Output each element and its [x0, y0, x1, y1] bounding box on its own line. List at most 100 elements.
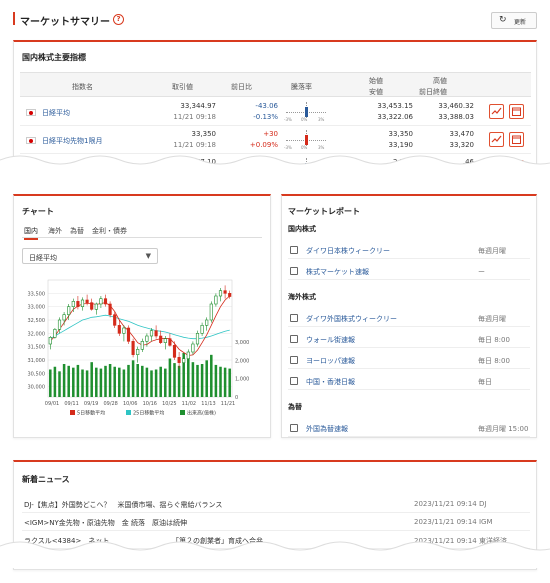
report-section-heading: 為替: [288, 403, 302, 411]
volume-bar: [177, 365, 181, 397]
x-tick-label: 09/11: [64, 401, 78, 407]
volume-bar: [104, 365, 107, 397]
report-item[interactable]: 中国・香港日報 毎日: [288, 373, 530, 390]
tab-overseas[interactable]: 海外: [48, 226, 62, 236]
candle-body: [85, 299, 89, 303]
torn-edge-top: [0, 155, 550, 186]
report-item-frequency: 毎日: [478, 378, 492, 386]
candle-body: [191, 343, 195, 353]
volume-bar: [99, 368, 103, 397]
tab-domestic[interactable]: 国内: [24, 226, 38, 240]
report-item-link[interactable]: ヨーロッパ速報: [306, 356, 355, 366]
report-item[interactable]: ダイワ外国株式ウィークリー 毎週月曜: [288, 310, 530, 327]
chart-button[interactable]: [489, 104, 504, 119]
report-item[interactable]: 株式マーケット速報 ー: [288, 263, 530, 280]
candle-body: [149, 330, 154, 337]
newspaper-icon: [290, 424, 298, 432]
report-item-link[interactable]: 外国為替速報: [306, 424, 348, 434]
news-item[interactable]: DJ-【焦点】外国勢どこへ？ 米国債市場、揺らぐ需給バランス 2023/11/21…: [22, 496, 530, 513]
index-high: 33,470: [449, 130, 475, 138]
report-item-link[interactable]: ダイワ外国株式ウィークリー: [306, 314, 397, 324]
torn-edge-bottom: [0, 541, 550, 568]
report-item-frequency: 毎週月曜 15:00: [478, 425, 529, 433]
candle-body: [108, 303, 112, 315]
refresh-button[interactable]: ↻ 更新: [491, 12, 537, 29]
y-tick-label: 30,500: [28, 371, 46, 377]
news-headline[interactable]: <IGM>NY金先物・原油先物 金 続落 原油は続伸: [24, 518, 187, 528]
y-tick-label: 31,500: [28, 345, 46, 351]
report-item-frequency: 毎週月曜: [478, 315, 506, 323]
volume-tick-label: 3,000: [235, 340, 249, 346]
legend-label: 出来高(億株): [187, 410, 216, 417]
y-tick-label: 32,000: [28, 331, 46, 337]
legend-label: 25日移動平均: [133, 410, 164, 417]
report-item-link[interactable]: 中国・香港日報: [306, 377, 355, 387]
report-item-link[interactable]: 株式マーケット速報: [306, 267, 369, 277]
header-price: 取引値: [172, 83, 193, 91]
volume-bar: [95, 367, 98, 397]
tab-rates[interactable]: 金利・債券: [92, 226, 127, 236]
page-header: マーケットサマリー ? ↻ 更新: [0, 0, 550, 38]
candle-body: [154, 330, 158, 337]
report-item[interactable]: 外国為替速報 毎週月曜 15:00: [288, 420, 530, 437]
header-change: 前日比: [231, 83, 252, 91]
calendar-icon: [512, 135, 521, 144]
volume-bar: [141, 365, 144, 397]
tab-fx[interactable]: 為替: [70, 226, 84, 236]
volume-bar: [49, 369, 52, 397]
calendar-button[interactable]: [509, 132, 524, 147]
candle-body: [163, 338, 167, 343]
title-accent-bar: [13, 12, 15, 25]
volume-bar: [85, 370, 89, 397]
candle-body: [168, 338, 172, 346]
volume-bar: [196, 364, 199, 397]
volume-bar: [113, 366, 116, 397]
x-tick-label: 10/16: [143, 401, 157, 407]
news-headline[interactable]: DJ-【焦点】外国勢どこへ？ 米国債市場、揺らぐ需給バランス: [24, 500, 222, 510]
report-card: マーケットレポート 国内株式 ダイワ日本株ウィークリー 毎週月曜 株式マーケット速報ー…: [281, 194, 537, 438]
index-time: 11/21 09:18: [173, 141, 216, 149]
candle-body: [145, 335, 149, 342]
candle-body: [182, 358, 186, 363]
index-price: 33,350: [191, 130, 217, 138]
chart-title: チャート: [22, 207, 54, 216]
volume-bar: [205, 360, 208, 397]
x-tick-label: 11/02: [182, 401, 196, 407]
candle-body: [214, 295, 218, 305]
candle-body: [136, 349, 140, 355]
volume-tick-label: 0: [235, 395, 238, 401]
chart-card: チャート 国内 海外 為替 金利・債券 日経平均 ▼ 33,500 33,000 3…: [13, 194, 271, 438]
index-open: 33,453.15: [377, 102, 413, 110]
volume-bar: [164, 368, 167, 397]
news-date: 2023/11/21 09:14 DJ: [414, 500, 487, 508]
candle-body: [122, 327, 126, 334]
volume-bar: [223, 367, 227, 397]
index-select-value: 日経平均: [29, 254, 57, 262]
candle-body: [62, 314, 66, 321]
x-tick-label: 09/28: [103, 401, 117, 407]
index-time: 11/21 09:18: [173, 113, 216, 121]
index-select[interactable]: 日経平均 ▼: [22, 248, 158, 264]
report-item[interactable]: ウォール街速報 毎日 8:00: [288, 331, 530, 348]
rate-axis-label: -3%: [284, 117, 292, 122]
volume-bar: [214, 364, 218, 397]
index-name-link[interactable]: 日経平均: [42, 108, 70, 118]
candle-body: [223, 290, 227, 294]
index-price: 33,344.97: [180, 102, 216, 110]
candle-body: [103, 298, 108, 305]
help-icon[interactable]: ?: [113, 14, 124, 25]
news-date: 2023/11/21 09:14 IGM: [414, 518, 493, 526]
report-item-link[interactable]: ウォール街速報: [306, 335, 355, 345]
candle-body: [205, 319, 209, 326]
x-tick-label: 09/19: [84, 401, 98, 407]
candle-body: [159, 335, 163, 343]
news-item[interactable]: <IGM>NY金先物・原油先物 金 続落 原油は続伸 2023/11/21 09:…: [22, 514, 530, 531]
index-name-link[interactable]: 日経平均先物1限月: [42, 136, 102, 146]
y-tick-label: 30,000: [28, 385, 46, 391]
x-tick-label: 10/25: [162, 401, 176, 407]
calendar-button[interactable]: [509, 104, 524, 119]
chart-button[interactable]: [489, 132, 504, 147]
report-item[interactable]: ヨーロッパ速報 毎日 8:00: [288, 352, 530, 369]
report-item[interactable]: ダイワ日本株ウィークリー 毎週月曜: [288, 242, 530, 259]
report-item-link[interactable]: ダイワ日本株ウィークリー: [306, 246, 390, 256]
